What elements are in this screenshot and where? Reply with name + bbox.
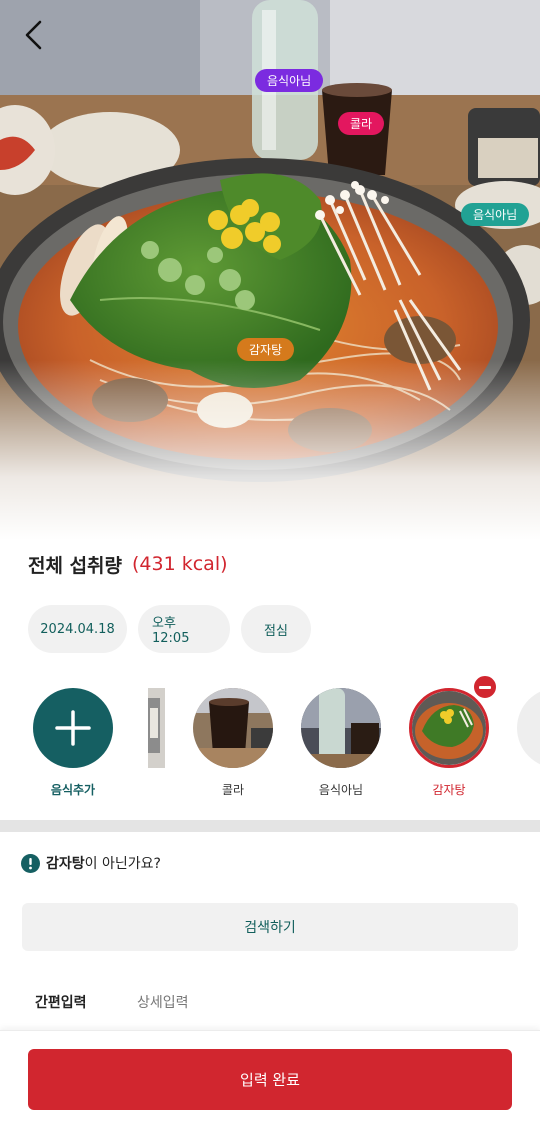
photo-tag-cola[interactable]: 콜라 xyxy=(338,112,385,135)
tab-detail-input[interactable]: 상세입력 xyxy=(137,992,189,1012)
suspected-food-name: 감자탕 xyxy=(46,856,85,872)
food-item-partial[interactable] xyxy=(517,688,540,768)
food-item-cola[interactable]: 콜라 xyxy=(193,688,273,798)
not-this-question: 이 아닌가요? xyxy=(84,856,161,872)
remove-food-button[interactable] xyxy=(472,674,498,700)
add-food-circle xyxy=(33,688,113,768)
food-item-gamjatang[interactable]: 감자탕 xyxy=(409,688,489,798)
submit-button[interactable]: 입력 완료 xyxy=(28,1049,512,1110)
total-intake-kcal: (431 kcal) xyxy=(132,553,228,575)
food-item-label: 감자탕 xyxy=(432,783,466,797)
minus-circle-icon xyxy=(479,685,491,689)
add-food-button[interactable]: 음식추가 xyxy=(33,688,113,798)
food-thumbnail-partial[interactable] xyxy=(148,688,165,768)
section-divider xyxy=(0,820,540,832)
bottom-action-bar: 입력 완료 xyxy=(0,1030,540,1129)
total-intake: 전체 섭취량 (431 kcal) xyxy=(28,548,228,580)
not-food-thumbnail-image xyxy=(301,688,381,768)
photo-tag-not-food[interactable]: 음식아님 xyxy=(255,69,324,92)
tab-simple-input[interactable]: 간편입력 xyxy=(35,992,87,1012)
not-this-food-prompt: 감자탕이 아닌가요? xyxy=(21,853,161,873)
total-intake-title: 전체 섭취량 xyxy=(28,554,123,577)
search-button[interactable]: 검색하기 xyxy=(22,903,518,951)
back-button[interactable] xyxy=(22,20,58,60)
food-item-not-food[interactable]: 음식아님 xyxy=(301,688,381,798)
food-item-label: 콜라 xyxy=(221,783,245,797)
photo-fade xyxy=(0,360,540,540)
food-thumbnail xyxy=(193,688,273,768)
food-item-label: 음식아님 xyxy=(318,783,364,797)
plus-icon xyxy=(55,710,91,746)
food-thumbnail xyxy=(409,688,489,768)
cola-thumbnail-image xyxy=(193,688,273,768)
food-thumbnail xyxy=(301,688,381,768)
gamjatang-thumbnail-image xyxy=(412,691,486,765)
meal-type-chip[interactable]: 점심 xyxy=(241,605,311,653)
photo-tag-not-food[interactable]: 음식아님 xyxy=(461,203,530,226)
food-thumbnail-image xyxy=(148,688,165,768)
photo-tag-gamjatang[interactable]: 감자탕 xyxy=(237,338,295,361)
add-food-label: 음식추가 xyxy=(50,783,96,797)
food-photo: 음식아님 콜라 음식아님 감자탕 xyxy=(0,0,540,540)
date-chip[interactable]: 2024.04.18 xyxy=(28,605,127,653)
time-chip[interactable]: 오후 12:05 xyxy=(138,605,230,653)
exclamation-circle-icon xyxy=(21,853,40,873)
meal-info-chips: 2024.04.18 오후 12:05 점심 xyxy=(28,605,311,653)
chevron-left-icon xyxy=(25,20,42,50)
food-thumbnail xyxy=(517,688,540,768)
